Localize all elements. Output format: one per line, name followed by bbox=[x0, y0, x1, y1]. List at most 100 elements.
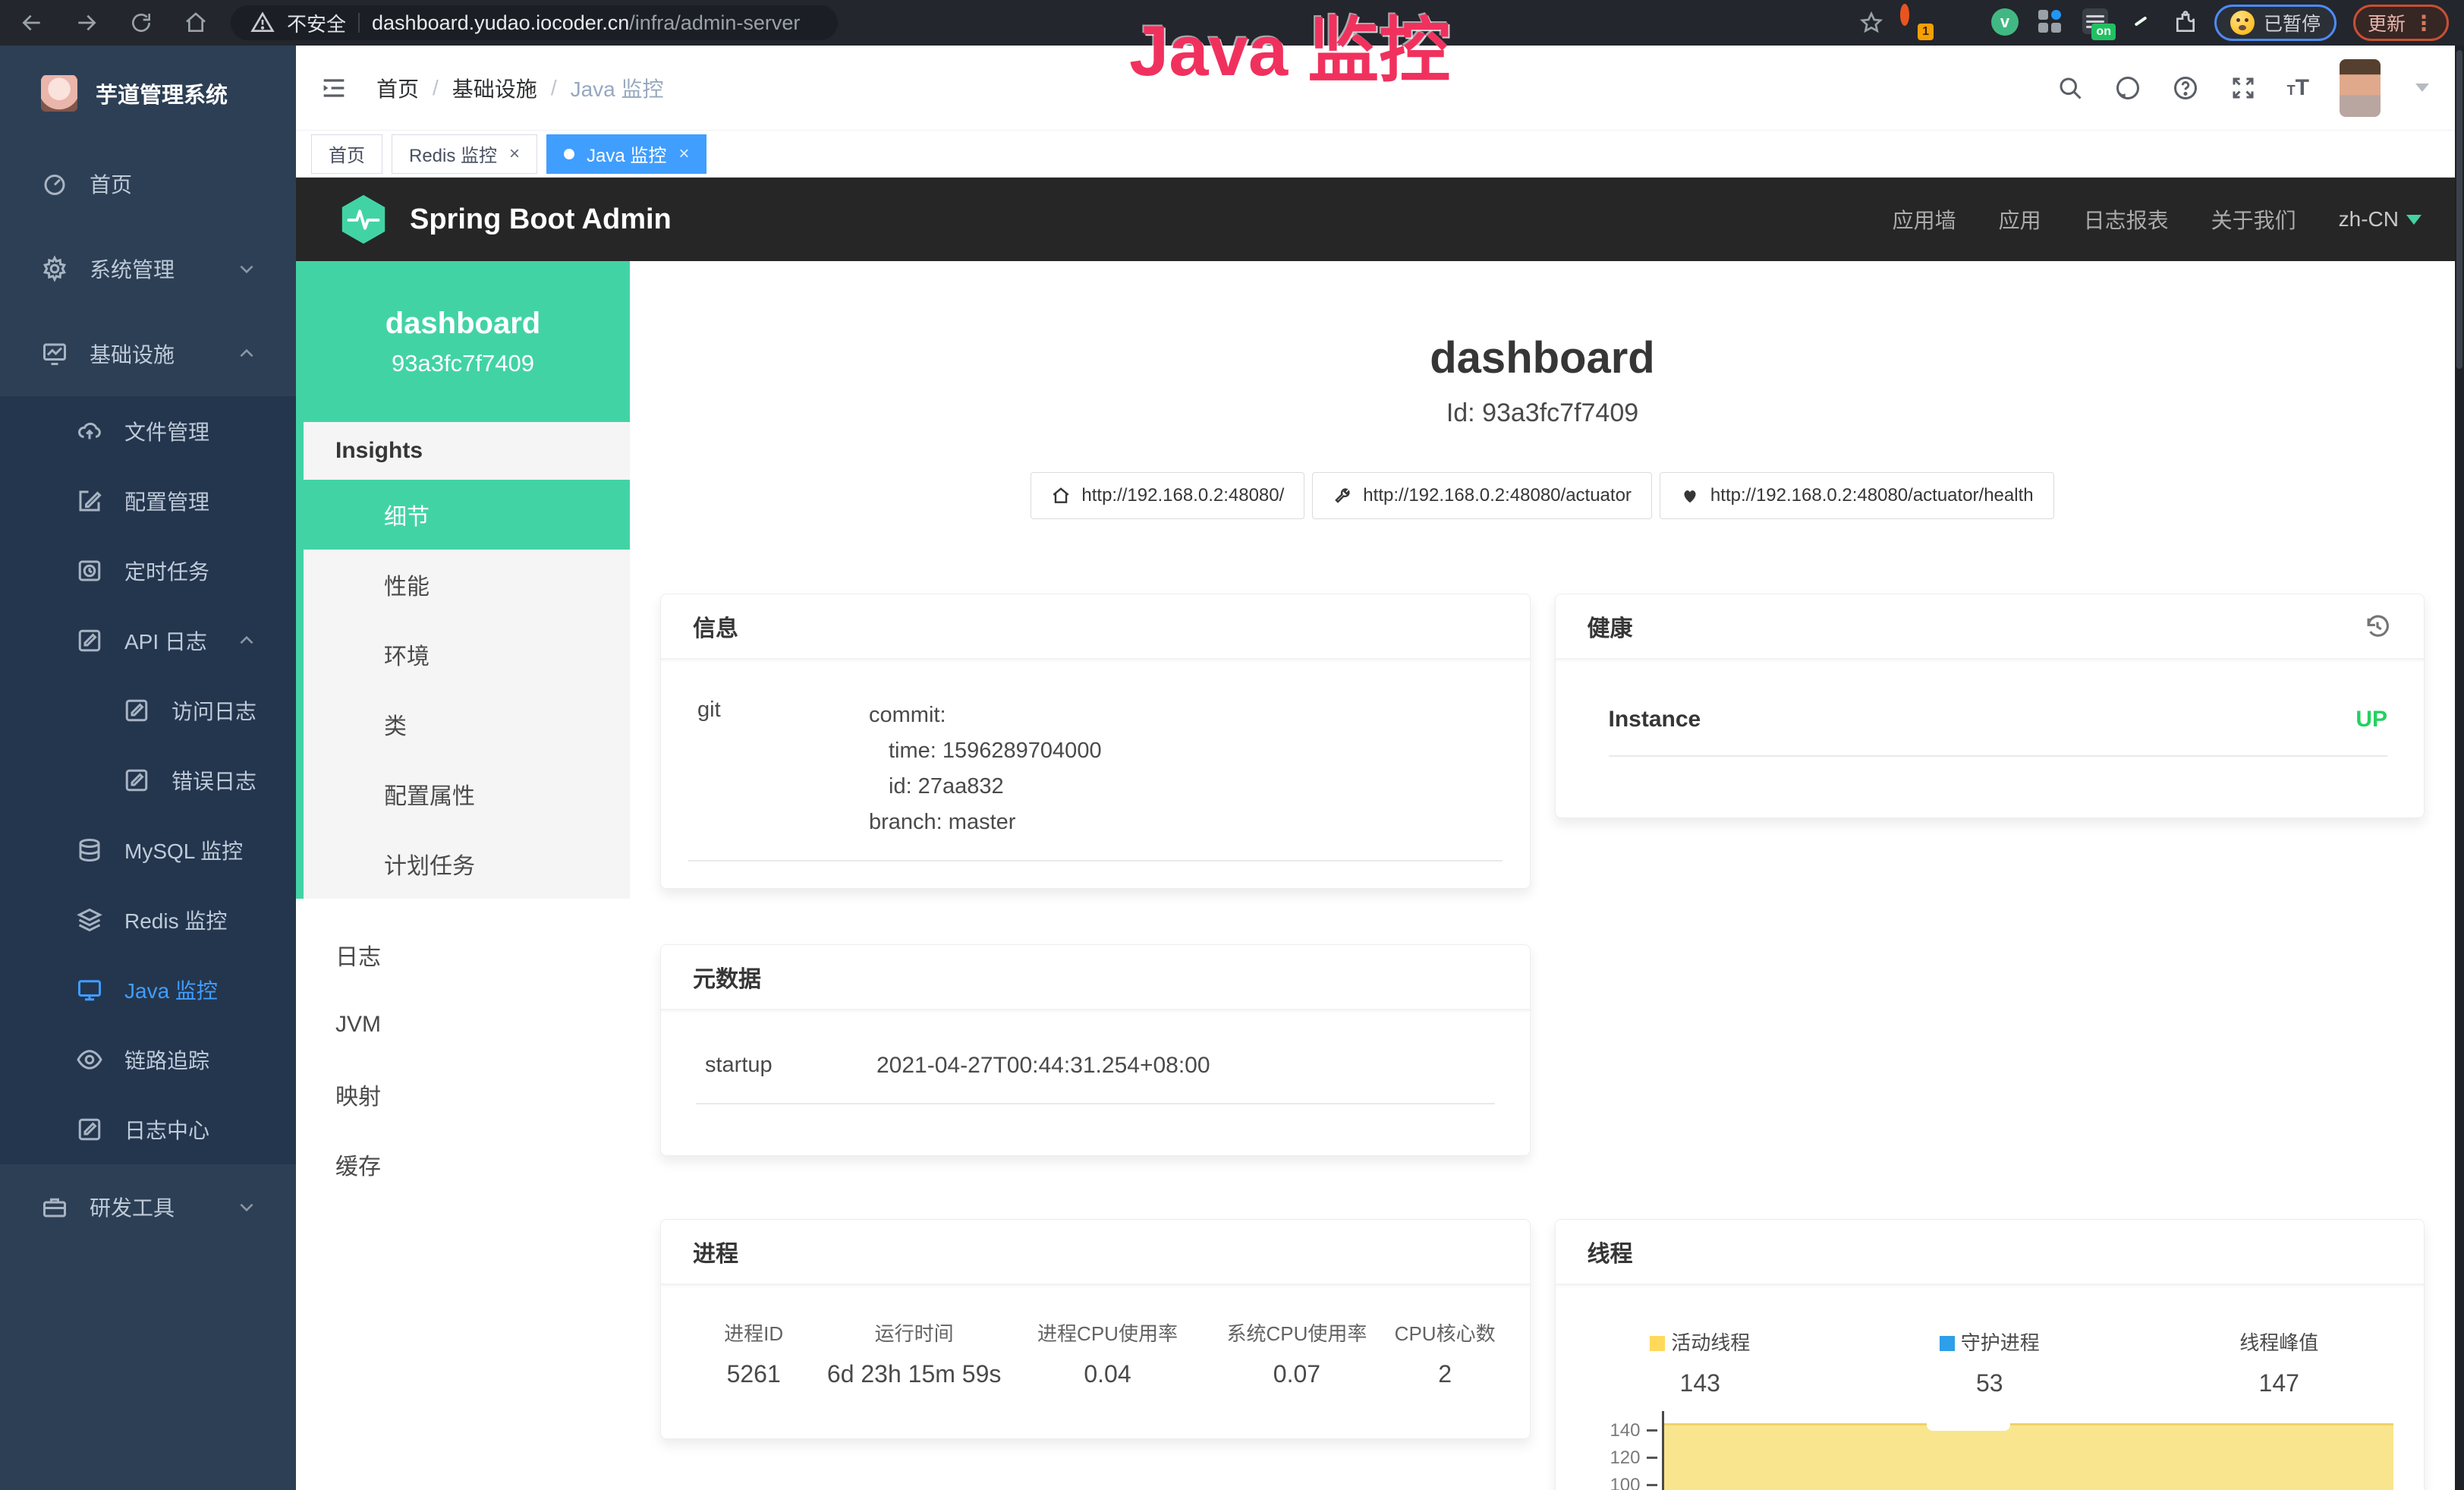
extension-leaf-icon[interactable] bbox=[2128, 8, 2157, 37]
close-icon[interactable]: × bbox=[509, 145, 520, 163]
live-threads-value: 143 bbox=[1556, 1369, 1846, 1397]
card-title: 线程 bbox=[1588, 1235, 1633, 1268]
scrollbar[interactable] bbox=[2455, 46, 2464, 1490]
tab-java-monitor[interactable]: Java 监控 × bbox=[546, 134, 706, 174]
security-warning-icon[interactable] bbox=[250, 11, 275, 35]
git-id-line: id: 27aa832 bbox=[869, 769, 1102, 805]
sba-menu-classes[interactable]: 类 bbox=[304, 689, 630, 759]
sba-menu-jvm[interactable]: JVM bbox=[296, 990, 630, 1060]
extension-orange-icon[interactable]: 1 bbox=[1900, 8, 1929, 37]
card-columns: 信息 git commit: time: 1596289704000 id: 2… bbox=[630, 594, 2455, 1490]
sba-instance-header[interactable]: dashboard 93a3fc7f7409 bbox=[296, 261, 630, 422]
extension-pin-icon[interactable] bbox=[1946, 8, 1975, 37]
sidebar-item-infra[interactable]: 基础设施 bbox=[0, 311, 296, 396]
tab-bar: 首页 Redis 监控 × Java 监控 × bbox=[296, 131, 2464, 178]
link-health-url[interactable]: http://192.168.0.2:48080/actuator/health bbox=[1660, 472, 2054, 519]
wrench-icon bbox=[1333, 486, 1352, 506]
dashboard-icon bbox=[41, 170, 68, 197]
github-icon[interactable] bbox=[2114, 74, 2141, 102]
sidebar-item-error-log[interactable]: 错误日志 bbox=[0, 745, 296, 815]
sidebar-item-label: 研发工具 bbox=[90, 1192, 175, 1222]
tab-home[interactable]: 首页 bbox=[311, 134, 382, 174]
profile-paused-chip[interactable]: 已暂停 bbox=[2214, 5, 2337, 41]
collapse-sidebar-icon[interactable] bbox=[319, 73, 349, 103]
sidebar-item-tracing[interactable]: 链路追踪 bbox=[0, 1025, 296, 1095]
breadcrumb-current: Java 监控 bbox=[571, 73, 664, 103]
security-label[interactable]: 不安全 bbox=[287, 9, 346, 37]
link-service-url[interactable]: http://192.168.0.2:48080/ bbox=[1031, 472, 1304, 519]
back-icon[interactable] bbox=[20, 11, 44, 35]
sidebar-item-access-log[interactable]: 访问日志 bbox=[0, 676, 296, 745]
extensions-puzzle-icon[interactable] bbox=[2173, 11, 2198, 35]
sidebar-item-home[interactable]: 首页 bbox=[0, 141, 296, 226]
font-size-icon[interactable]: TT bbox=[2287, 75, 2309, 101]
extension-grid-icon[interactable] bbox=[2037, 8, 2066, 37]
sba-menu-mappings[interactable]: 映射 bbox=[296, 1060, 630, 1129]
threads-values: 143 53 147 bbox=[1556, 1369, 2425, 1397]
close-icon[interactable]: × bbox=[678, 145, 689, 163]
sba-menu-caches[interactable]: 缓存 bbox=[296, 1129, 630, 1199]
annotation-text: Java 监控 bbox=[1129, 14, 1450, 89]
sidebar-item-java-monitor[interactable]: Java 监控 bbox=[0, 955, 296, 1025]
sidebar-item-redis[interactable]: Redis 监控 bbox=[0, 885, 296, 955]
sba-nav-about[interactable]: 关于我们 bbox=[2211, 204, 2296, 235]
app-title: 芋道管理系统 bbox=[96, 77, 228, 109]
browser-toolbar-right: 1 v on 已暂停 更新⋮ bbox=[1859, 5, 2449, 41]
sba-menu-scheduled-tasks[interactable]: 计划任务 bbox=[304, 829, 630, 899]
avatar-caret-icon[interactable] bbox=[2415, 83, 2429, 92]
browser-update-button[interactable]: 更新⋮ bbox=[2353, 5, 2449, 41]
app-logo-row[interactable]: 芋道管理系统 bbox=[0, 46, 296, 141]
sba-menu-details[interactable]: 细节 bbox=[304, 480, 630, 550]
sba-menu-metrics[interactable]: 性能 bbox=[304, 550, 630, 619]
topbar-actions: TT bbox=[2056, 59, 2429, 117]
sidebar-item-label: MySQL 监控 bbox=[124, 835, 243, 865]
sidebar-item-config[interactable]: 配置管理 bbox=[0, 466, 296, 536]
url-text[interactable]: dashboard.yudao.iocoder.cn/infra/admin-s… bbox=[372, 11, 800, 35]
help-icon[interactable] bbox=[2172, 74, 2199, 102]
link-actuator-url[interactable]: http://192.168.0.2:48080/actuator bbox=[1312, 472, 1652, 519]
fullscreen-icon[interactable] bbox=[2230, 74, 2257, 102]
breadcrumb-infra[interactable]: 基础设施 bbox=[452, 73, 537, 103]
sidebar-item-jobs[interactable]: 定时任务 bbox=[0, 536, 296, 606]
home-icon[interactable] bbox=[184, 11, 208, 35]
chevron-down-icon bbox=[237, 1197, 256, 1217]
y-axis-tick-label: 140 bbox=[1592, 1420, 1641, 1441]
reload-icon[interactable] bbox=[129, 11, 153, 35]
sidebar-item-api-log[interactable]: API 日志 bbox=[0, 606, 296, 676]
gear-icon bbox=[41, 255, 68, 282]
sidebar-item-mysql[interactable]: MySQL 监控 bbox=[0, 815, 296, 885]
breadcrumb-home[interactable]: 首页 bbox=[376, 73, 419, 103]
forward-icon[interactable] bbox=[74, 11, 99, 35]
sidebar-item-log-center[interactable]: 日志中心 bbox=[0, 1095, 296, 1164]
extension-vue-icon[interactable]: v bbox=[1991, 8, 2020, 37]
user-avatar[interactable] bbox=[2340, 59, 2381, 117]
sba-nav-applications[interactable]: 应用 bbox=[1999, 204, 2041, 235]
sba-menu-environment[interactable]: 环境 bbox=[304, 619, 630, 689]
sba-locale-select[interactable]: zh-CN bbox=[2339, 207, 2422, 232]
monitor-icon bbox=[76, 976, 103, 1003]
sba-nav-wallboard[interactable]: 应用墙 bbox=[1893, 204, 1956, 235]
health-instance-row[interactable]: Instance UP bbox=[1609, 660, 2388, 757]
edit-icon bbox=[76, 487, 103, 515]
bookmark-star-icon[interactable] bbox=[1859, 11, 1883, 35]
process-value: 5261 bbox=[684, 1360, 823, 1388]
browser-menu-icon[interactable]: ⋮ bbox=[2413, 11, 2434, 36]
sidebar-item-files[interactable]: 文件管理 bbox=[0, 396, 296, 466]
address-bar[interactable]: 不安全 dashboard.yudao.iocoder.cn/infra/adm… bbox=[231, 5, 838, 40]
scrollbar-thumb[interactable] bbox=[2456, 50, 2462, 369]
sidebar-item-system[interactable]: 系统管理 bbox=[0, 226, 296, 311]
peak-threads-value: 147 bbox=[2135, 1369, 2425, 1397]
sba-nav-journal[interactable]: 日志报表 bbox=[2084, 204, 2169, 235]
database-icon bbox=[76, 836, 103, 864]
sidebar-item-label: 文件管理 bbox=[124, 416, 209, 446]
log-edit-icon bbox=[76, 1116, 103, 1143]
extension-switch-icon[interactable]: on bbox=[2082, 8, 2111, 37]
sba-menu-config-props[interactable]: 配置属性 bbox=[304, 759, 630, 829]
sba-menu-logs[interactable]: 日志 bbox=[296, 920, 630, 990]
instance-links: http://192.168.0.2:48080/ http://192.168… bbox=[630, 472, 2455, 519]
sidebar-item-dev-tools[interactable]: 研发工具 bbox=[0, 1164, 296, 1249]
tab-redis-monitor[interactable]: Redis 监控 × bbox=[392, 134, 537, 174]
search-icon[interactable] bbox=[2056, 74, 2084, 102]
instance-name: dashboard bbox=[385, 307, 540, 341]
history-icon[interactable] bbox=[2363, 612, 2392, 641]
